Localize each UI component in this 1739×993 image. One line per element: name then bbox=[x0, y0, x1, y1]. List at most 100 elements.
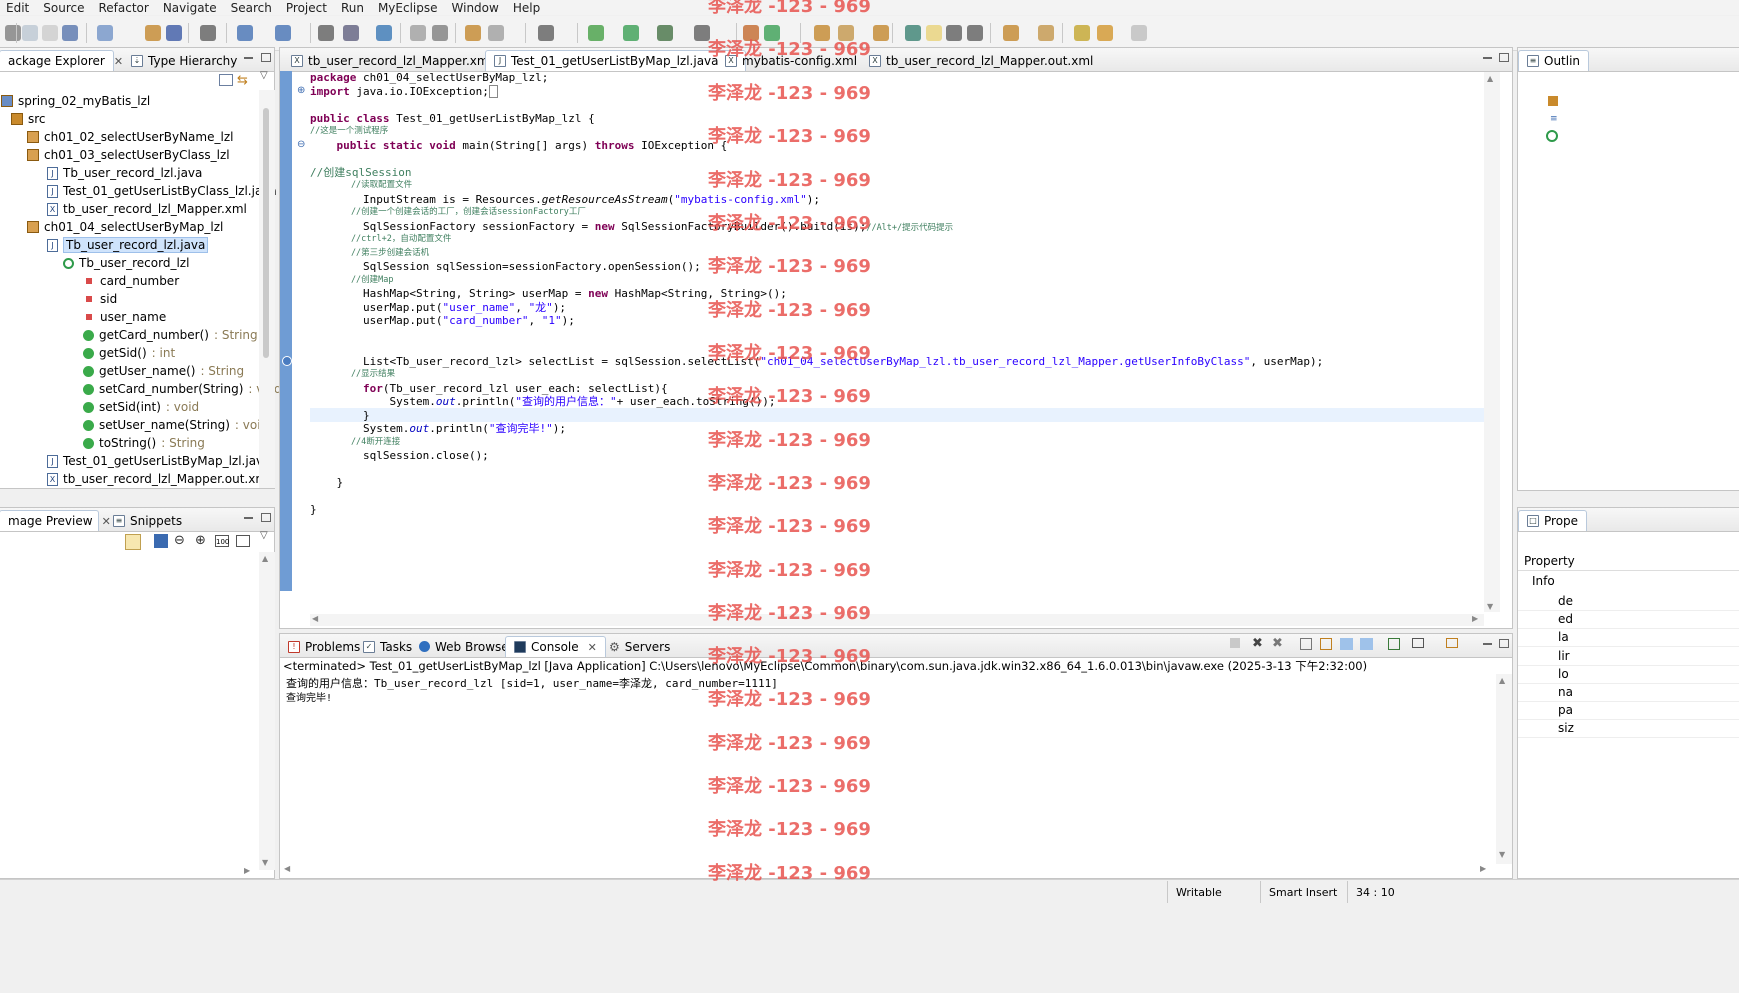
prev-annotation-icon[interactable] bbox=[1038, 25, 1054, 41]
refresh-icon[interactable] bbox=[432, 25, 448, 41]
paragraph-icon[interactable] bbox=[967, 25, 983, 41]
show-on-output-icon[interactable] bbox=[1340, 638, 1353, 650]
folded-imports-icon[interactable] bbox=[488, 85, 498, 98]
property-row[interactable]: ed bbox=[1518, 610, 1739, 630]
search-icon[interactable] bbox=[200, 25, 216, 41]
menu-item-project[interactable]: Project bbox=[286, 1, 327, 15]
tab-properties[interactable]: □ Prope bbox=[1518, 510, 1588, 531]
display-console-icon[interactable] bbox=[1412, 638, 1424, 648]
back-icon[interactable] bbox=[1097, 25, 1113, 41]
scroll-right-icon[interactable]: ▶ bbox=[244, 866, 250, 875]
minimize-icon[interactable] bbox=[1483, 57, 1492, 59]
new-folder-icon[interactable] bbox=[814, 25, 830, 41]
scroll-right-icon[interactable]: ▶ bbox=[1480, 864, 1486, 873]
debug-server-icon[interactable] bbox=[237, 25, 253, 41]
new-class-green-icon[interactable] bbox=[764, 25, 780, 41]
property-row[interactable]: la bbox=[1518, 628, 1739, 648]
tree-item[interactable]: setSid(int) : void bbox=[83, 398, 199, 416]
open-perspective-icon[interactable] bbox=[410, 25, 426, 41]
tree-item[interactable]: sid bbox=[83, 290, 117, 308]
terminate-icon[interactable] bbox=[1230, 638, 1240, 648]
explorer-scrollbar[interactable] bbox=[259, 90, 275, 488]
tab-mapper-out-xml[interactable]: X tb_user_record_lzl_Mapper.out.xml bbox=[861, 50, 1101, 71]
forward-icon[interactable] bbox=[1131, 25, 1147, 41]
tree-item[interactable]: J Test_01_getUserListByMap_lzl.java bbox=[47, 452, 271, 470]
next-annotation-icon[interactable] bbox=[1003, 25, 1019, 41]
scroll-lock-icon[interactable] bbox=[1320, 638, 1332, 650]
property-row[interactable]: lo bbox=[1518, 665, 1739, 684]
scroll-up-icon[interactable]: ▲ bbox=[1499, 676, 1505, 685]
tree-item[interactable]: toString() : String bbox=[83, 434, 205, 452]
coverage-icon[interactable] bbox=[657, 25, 673, 41]
menu-item-run[interactable]: Run bbox=[341, 1, 364, 15]
scroll-down-icon[interactable]: ▼ bbox=[1487, 602, 1493, 611]
show-whitespace-icon[interactable] bbox=[946, 25, 962, 41]
actual-size-icon[interactable]: 100 bbox=[215, 535, 229, 547]
property-row[interactable]: siz bbox=[1518, 719, 1739, 739]
tab-type-hierarchy[interactable]: ⇣ Type Hierarchy bbox=[123, 50, 245, 71]
maximize-icon[interactable] bbox=[261, 513, 271, 522]
menu-item-edit[interactable]: Edit bbox=[6, 1, 29, 15]
tab-console[interactable]: Console ✕ bbox=[505, 636, 606, 657]
deploy-icon[interactable] bbox=[318, 25, 334, 41]
scroll-down-icon[interactable]: ▼ bbox=[262, 858, 268, 867]
menu-item-myeclipse[interactable]: MyEclipse bbox=[378, 1, 438, 15]
run-server-icon[interactable] bbox=[275, 25, 291, 41]
editor-vertical-scrollbar[interactable]: ▲ ▼ bbox=[1484, 72, 1500, 612]
link-editor-icon[interactable]: ⇆ bbox=[237, 73, 248, 88]
sync-icon[interactable] bbox=[125, 534, 141, 550]
remove-all-icon[interactable]: ✖ bbox=[1272, 636, 1283, 651]
minimize-icon[interactable] bbox=[1483, 643, 1492, 645]
menu-item-help[interactable]: Help bbox=[513, 1, 540, 15]
new-project-icon[interactable] bbox=[343, 25, 359, 41]
code-area[interactable]: package ch01_04_selectUserByMap_lzl; imp… bbox=[310, 71, 1490, 601]
tab-snippets[interactable]: ≡ Snippets bbox=[105, 510, 190, 531]
collapse-all-icon[interactable] bbox=[219, 74, 233, 86]
package-icon[interactable] bbox=[873, 25, 889, 41]
breakpoint-marker-icon[interactable] bbox=[282, 356, 292, 366]
close-icon[interactable]: ✕ bbox=[114, 55, 123, 68]
property-row[interactable]: de bbox=[1518, 592, 1739, 611]
tree-item[interactable]: Tb_user_record_lzl bbox=[63, 254, 189, 272]
minimize-icon[interactable] bbox=[244, 517, 253, 519]
scroll-down-icon[interactable]: ▼ bbox=[1499, 850, 1505, 859]
tab-package-explorer[interactable]: ackage Explorer ✕ bbox=[0, 50, 123, 71]
new-java-project-icon[interactable] bbox=[743, 25, 759, 41]
tree-item[interactable]: card_number bbox=[83, 272, 179, 290]
maximize-icon[interactable] bbox=[261, 53, 271, 62]
save-all-icon[interactable] bbox=[42, 25, 58, 41]
scroll-left-icon[interactable]: ◀ bbox=[284, 864, 290, 873]
tab-servers[interactable]: ⚙ Servers bbox=[601, 636, 678, 657]
fit-image-icon[interactable] bbox=[154, 534, 168, 548]
tree-item[interactable]: getUser_name() : String bbox=[83, 362, 244, 380]
new-web-project-icon[interactable] bbox=[465, 25, 481, 41]
open-console-icon[interactable] bbox=[1446, 638, 1458, 648]
new-wizard-icon[interactable] bbox=[97, 25, 113, 41]
tree-item[interactable]: setCard_number(String) : void bbox=[83, 380, 282, 398]
clear-console-icon[interactable] bbox=[1300, 638, 1312, 650]
property-row[interactable]: lir bbox=[1518, 647, 1739, 666]
tab-mybatis-config[interactable]: X mybatis-config.xml bbox=[717, 50, 865, 71]
debug-icon[interactable] bbox=[588, 25, 604, 41]
fold-collapse-icon[interactable]: ⊖ bbox=[297, 139, 305, 150]
open-task-icon[interactable] bbox=[166, 25, 182, 41]
show-on-error-icon[interactable] bbox=[1360, 638, 1373, 650]
scroll-right-icon[interactable]: ▶ bbox=[1472, 614, 1478, 623]
pin-console-icon[interactable] bbox=[1388, 638, 1400, 650]
menu-item-search[interactable]: Search bbox=[231, 1, 272, 15]
close-icon[interactable]: ✕ bbox=[588, 641, 597, 654]
tab-image-preview[interactable]: mage Preview ✕ bbox=[0, 510, 111, 531]
maximize-icon[interactable] bbox=[1499, 639, 1509, 648]
scroll-up-icon[interactable]: ▲ bbox=[262, 554, 268, 563]
tree-item[interactable]: J Test_01_getUserListByClass_lzl.java bbox=[47, 182, 277, 200]
property-row[interactable]: na bbox=[1518, 683, 1739, 702]
open-type-icon[interactable] bbox=[145, 25, 161, 41]
menu-item-refactor[interactable]: Refactor bbox=[98, 1, 148, 15]
annotation-icon[interactable] bbox=[905, 25, 921, 41]
scroll-up-icon[interactable]: ▲ bbox=[1487, 74, 1493, 83]
tree-item[interactable]: J Tb_user_record_lzl.java bbox=[47, 164, 202, 182]
save-icon[interactable] bbox=[22, 25, 38, 41]
property-row[interactable]: pa bbox=[1518, 701, 1739, 721]
fit-window-icon[interactable] bbox=[236, 535, 250, 547]
tab-test-java[interactable]: J Test_01_getUserListByMap_lzl.java✕ bbox=[485, 50, 746, 71]
